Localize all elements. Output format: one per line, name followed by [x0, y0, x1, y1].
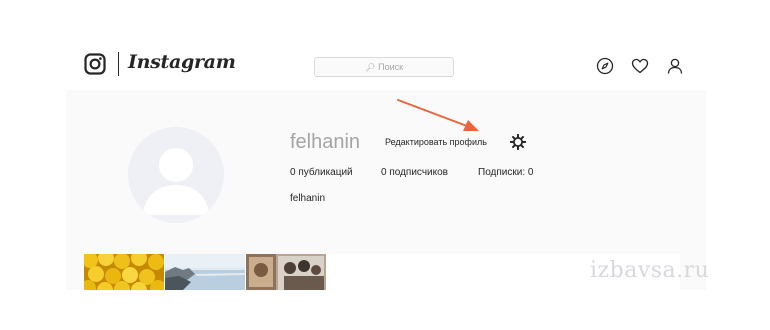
default-avatar-icon [128, 127, 224, 223]
annotation-arrow-icon [397, 99, 479, 131]
following-count[interactable]: Подписки: 0 [478, 167, 533, 178]
coast-image [165, 254, 245, 290]
avatar[interactable] [128, 127, 224, 223]
search-icon: 🔎︎ [364, 62, 376, 72]
photos-image [246, 254, 326, 290]
top-nav: Instagram 🔎︎ Поиск [0, 38, 770, 90]
photo-thumbnail-lemons[interactable] [84, 254, 164, 290]
heart-icon[interactable] [631, 57, 649, 75]
followers-count[interactable]: 0 подписчиков [381, 167, 448, 178]
lemons-image [84, 254, 164, 290]
posts-count: 0 публикаций [290, 167, 353, 178]
instagram-logo-icon[interactable] [84, 53, 106, 75]
photo-thumbnail-coast[interactable] [165, 254, 245, 290]
settings-gear-icon[interactable] [509, 133, 527, 151]
logo-divider [118, 52, 119, 76]
photo-thumbnail-photos[interactable] [246, 254, 326, 290]
edit-profile-button[interactable]: Редактировать профиль [385, 134, 487, 150]
watermark: izbavsa.ru [590, 258, 710, 283]
instagram-wordmark[interactable]: Instagram [128, 51, 236, 73]
profile-username: felhanin [290, 131, 361, 153]
profile-full-name: felhanin [290, 193, 326, 204]
search-placeholder: Поиск [378, 62, 404, 72]
profile-icon[interactable] [666, 57, 684, 75]
search-input[interactable]: 🔎︎ Поиск [314, 57, 454, 77]
explore-icon[interactable] [596, 57, 614, 75]
